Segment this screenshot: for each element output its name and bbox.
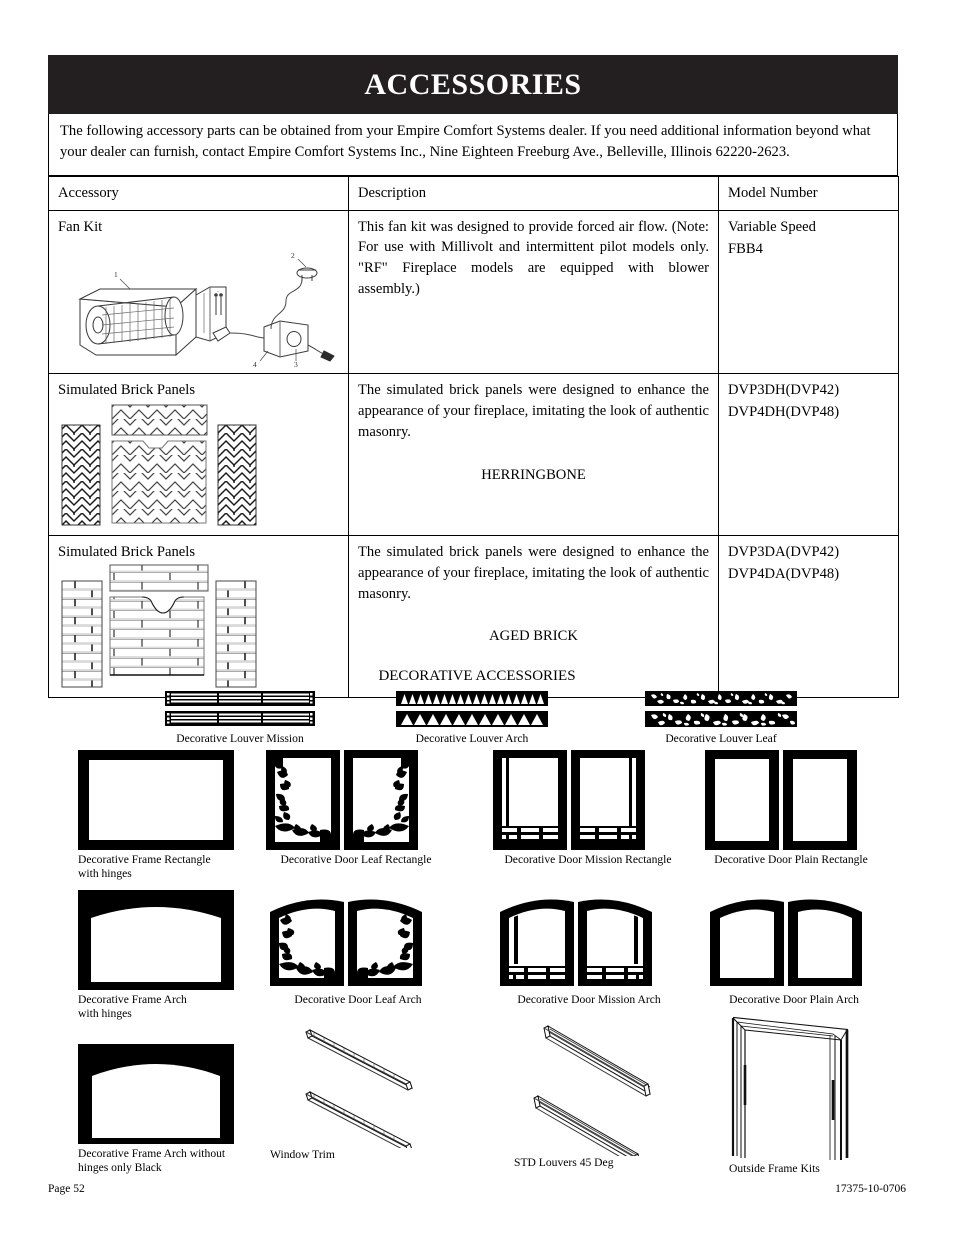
door-leaf-rectangle-icon — [266, 750, 418, 850]
std-louvers-45-group: STD Louvers 45 Deg — [500, 1018, 685, 1170]
louver-caption: Decorative Louver Leaf — [665, 732, 777, 745]
frame-arch-no-hinges-icon — [78, 1044, 234, 1144]
frame-arch-group: Decorative Frame Arch with hinges — [78, 890, 256, 1022]
louver-leaf-icon — [645, 691, 797, 727]
frame-arch-icon — [78, 890, 234, 990]
item-caption-line1: Decorative Door Plain Rectangle — [714, 853, 868, 866]
footer-doc-number: 17375-10-0706 — [835, 1183, 906, 1195]
frame-rectangle-group: Decorative Frame Rectangle with hinges — [78, 750, 256, 882]
louver-mission-group: Decorative Louver Mission — [165, 690, 315, 746]
door-plain-rectangle-group: Decorative Door Plain Rectangle — [705, 750, 877, 867]
door-mission-arch-icon — [500, 899, 652, 986]
frame-arch-no-hinges-group: Decorative Frame Arch without hinges onl… — [78, 1040, 256, 1176]
outside-frame-kit-icon — [731, 1016, 849, 1160]
item-caption-line1: Outside Frame Kits — [729, 1162, 820, 1175]
item-caption-line1: Decorative Door Leaf Arch — [294, 993, 422, 1006]
document-page: ACCESSORIES The following accessory part… — [0, 0, 954, 1235]
louver-arch-icon — [396, 691, 548, 727]
item-caption-line1: Decorative Frame Arch — [78, 993, 187, 1006]
door-mission-arch-group: Decorative Door Mission Arch — [500, 890, 678, 1007]
item-caption-line1: Decorative Door Leaf Rectangle — [280, 853, 432, 866]
louver-caption: Decorative Louver Arch — [415, 732, 529, 745]
door-mission-rectangle-group: Decorative Door Mission Rectangle — [493, 750, 683, 867]
decorative-accessories-area: Decorative Louver Mission Decorative Lou… — [0, 0, 954, 1235]
door-plain-arch-icon — [710, 899, 862, 986]
window-trim-group: Window Trim — [270, 1020, 450, 1162]
door-leaf-arch-icon — [270, 899, 422, 986]
louver-leaf-group: Decorative Louver Leaf — [645, 690, 797, 746]
item-caption-line2: with hinges — [78, 867, 132, 881]
item-caption-line1: Decorative Frame Arch without — [78, 1147, 226, 1160]
louver-caption: Decorative Louver Mission — [176, 732, 304, 745]
window-trim-icon — [305, 1028, 413, 1148]
door-plain-arch-group: Decorative Door Plain Arch — [710, 890, 878, 1007]
item-caption-line1: Decorative Frame Rectangle — [78, 853, 211, 866]
footer-page-label: Page 52 — [48, 1183, 85, 1195]
frame-rectangle-icon — [78, 750, 234, 850]
item-caption-line2: hinges only Black — [78, 1161, 162, 1175]
item-caption-line1: STD Louvers 45 Deg — [514, 1156, 614, 1169]
door-mission-rectangle-icon — [493, 750, 645, 850]
louver-arch-group: Decorative Louver Arch — [396, 690, 548, 746]
item-caption-line1: Window Trim — [270, 1148, 335, 1161]
door-plain-rectangle-icon — [705, 750, 857, 850]
std-louvers-45-icon — [533, 1025, 651, 1156]
outside-frame-kit-group: Outside Frame Kits — [715, 1010, 880, 1176]
door-leaf-rectangle-group: Decorative Door Leaf Rectangle — [266, 750, 446, 867]
door-leaf-arch-group: Decorative Door Leaf Arch — [270, 890, 446, 1007]
item-caption-line2: with hinges — [78, 1007, 132, 1021]
item-caption-line1: Decorative Door Mission Arch — [517, 993, 661, 1006]
louver-mission-icon — [165, 691, 315, 726]
item-caption-line1: Decorative Door Mission Rectangle — [504, 853, 672, 866]
item-caption-line1: Decorative Door Plain Arch — [729, 993, 859, 1006]
